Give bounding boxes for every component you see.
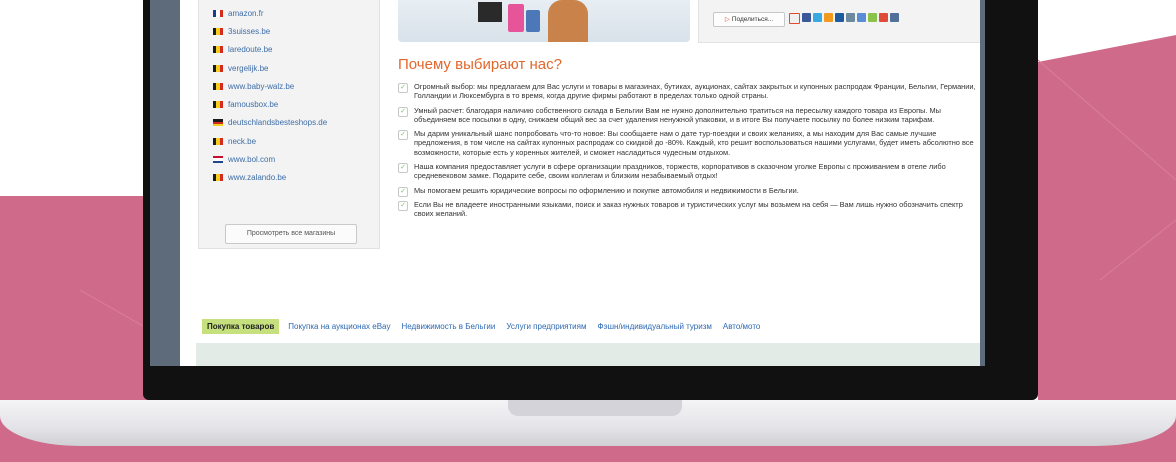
promo-image bbox=[398, 0, 690, 42]
reasons-list: ✓ Огромный выбор: мы предлагаем для Вас у… bbox=[398, 82, 980, 224]
livejournal-icon[interactable] bbox=[789, 13, 800, 24]
check-icon: ✓ bbox=[398, 163, 408, 174]
tab-1[interactable]: Покупка на аукционах eBay bbox=[288, 319, 390, 334]
facebook-icon[interactable] bbox=[802, 13, 811, 22]
reason-item: ✓ Если Вы не владеете иностранными языкам… bbox=[398, 200, 980, 219]
store-link-label: vergelijk.be bbox=[228, 63, 269, 73]
tab-4[interactable]: Фэшн/индивидуальный туризм bbox=[597, 319, 711, 334]
tab-0[interactable]: Покупка товаров bbox=[202, 319, 280, 334]
belgium-flag-icon bbox=[213, 46, 223, 54]
web-page: amazon.fr 3suisses.be laredoute.be vergelij… bbox=[180, 0, 980, 366]
reason-item: ✓ Мы дарим уникальный шанс попробовать чт… bbox=[398, 129, 980, 157]
pen-icon[interactable] bbox=[846, 13, 855, 22]
share-box: ▷ Поделиться... bbox=[698, 0, 980, 43]
share-icon: ▷ bbox=[724, 16, 730, 23]
check-icon: ✓ bbox=[398, 186, 408, 197]
store-link-label: www.zalando.be bbox=[228, 173, 287, 183]
netherlands-flag-icon bbox=[213, 156, 223, 163]
reason-text: Мы дарим уникальный шанс попробовать что… bbox=[414, 129, 974, 157]
store-link-label: deutschlandsbesteshops.de bbox=[228, 118, 328, 128]
store-sidebar: amazon.fr 3suisses.be laredoute.be vergelij… bbox=[198, 0, 380, 249]
vkontakte-icon[interactable] bbox=[890, 13, 899, 22]
why-us-title: Почему выбирают нас? bbox=[398, 56, 562, 73]
monitor-illustration bbox=[478, 2, 502, 22]
share-button-label: Поделиться... bbox=[731, 16, 774, 23]
tab-5[interactable]: Авто/мото bbox=[723, 319, 760, 334]
reason-text: Огромный выбор: мы предлагаем для Вас ус… bbox=[414, 82, 976, 101]
laptop-notch bbox=[508, 400, 682, 416]
store-link-label: www.baby-walz.be bbox=[228, 81, 295, 91]
reason-text: Умный расчет: благодаря наличию собствен… bbox=[414, 105, 941, 124]
reason-item: ✓ Умный расчет: благодаря наличию собстве… bbox=[398, 106, 980, 125]
check-icon: ✓ bbox=[398, 200, 408, 211]
shopping-bag-illustration bbox=[526, 10, 540, 32]
tab-2[interactable]: Недвижимость в Бельгии bbox=[402, 319, 496, 334]
belgium-flag-icon bbox=[213, 174, 223, 182]
bookmark-icon[interactable] bbox=[868, 13, 877, 22]
service-tabs: Покупка товаров Покупка на аукционах eBay… bbox=[202, 319, 771, 334]
store-link[interactable]: amazon.fr bbox=[213, 4, 379, 22]
france-flag-icon bbox=[213, 9, 223, 17]
germany-flag-icon bbox=[213, 119, 223, 127]
store-link[interactable]: laredoute.be bbox=[213, 41, 379, 59]
belgium-flag-icon bbox=[213, 137, 223, 145]
belgium-flag-icon bbox=[213, 27, 223, 35]
belgium-flag-icon bbox=[213, 101, 223, 109]
social-icons bbox=[789, 13, 899, 24]
store-link[interactable]: www.zalando.be bbox=[213, 169, 379, 187]
reason-text: Наша компания предоставляет услуги в сфе… bbox=[414, 162, 946, 181]
mailru-icon[interactable] bbox=[835, 13, 844, 22]
reason-item: ✓ Наша компания предоставляет услуги в сф… bbox=[398, 162, 980, 181]
store-link[interactable]: www.bol.com bbox=[213, 150, 379, 168]
share-button[interactable]: ▷ Поделиться... bbox=[713, 12, 785, 27]
belgium-flag-icon bbox=[213, 82, 223, 90]
reason-text: Мы помогаем решить юридические вопросы п… bbox=[414, 185, 799, 195]
store-link[interactable]: 3suisses.be bbox=[213, 22, 379, 40]
store-link-label: neck.be bbox=[228, 136, 257, 146]
store-link[interactable]: www.baby-walz.be bbox=[213, 77, 379, 95]
tab-panel bbox=[196, 343, 980, 366]
google-icon[interactable] bbox=[879, 13, 888, 22]
check-icon: ✓ bbox=[398, 106, 408, 117]
check-icon: ✓ bbox=[398, 83, 408, 93]
odnoklassniki-icon[interactable] bbox=[824, 13, 833, 22]
twitter-icon[interactable] bbox=[813, 13, 822, 22]
store-link-label: famousbox.be bbox=[228, 100, 279, 110]
check-icon: ✓ bbox=[398, 130, 408, 141]
belgium-flag-icon bbox=[213, 64, 223, 72]
store-link-label: www.bol.com bbox=[228, 155, 276, 165]
store-link[interactable]: vergelijk.be bbox=[213, 59, 379, 77]
tab-3[interactable]: Услуги предприятиям bbox=[506, 319, 586, 334]
reason-item: ✓ Огромный выбор: мы предлагаем для Вас у… bbox=[398, 82, 980, 101]
person-illustration bbox=[548, 0, 588, 42]
store-link[interactable]: famousbox.be bbox=[213, 95, 379, 113]
store-link-label: 3suisses.be bbox=[228, 26, 271, 36]
store-list: amazon.fr 3suisses.be laredoute.be vergelij… bbox=[199, 0, 379, 187]
shopping-bag-illustration bbox=[508, 4, 524, 32]
laptop-screen: amazon.fr 3suisses.be laredoute.be vergelij… bbox=[150, 0, 985, 366]
store-link-label: laredoute.be bbox=[228, 45, 273, 55]
reason-text: Если Вы не владеете иностранными языками… bbox=[414, 199, 963, 219]
store-link-label: amazon.fr bbox=[228, 8, 264, 18]
store-link[interactable]: deutschlandsbesteshops.de bbox=[213, 114, 379, 132]
reason-item: ✓ Мы помогаем решить юридические вопросы … bbox=[398, 185, 980, 197]
myworld-icon[interactable] bbox=[857, 13, 866, 22]
store-link[interactable]: neck.be bbox=[213, 132, 379, 150]
view-all-stores-button[interactable]: Просмотреть все магазины bbox=[225, 224, 357, 244]
